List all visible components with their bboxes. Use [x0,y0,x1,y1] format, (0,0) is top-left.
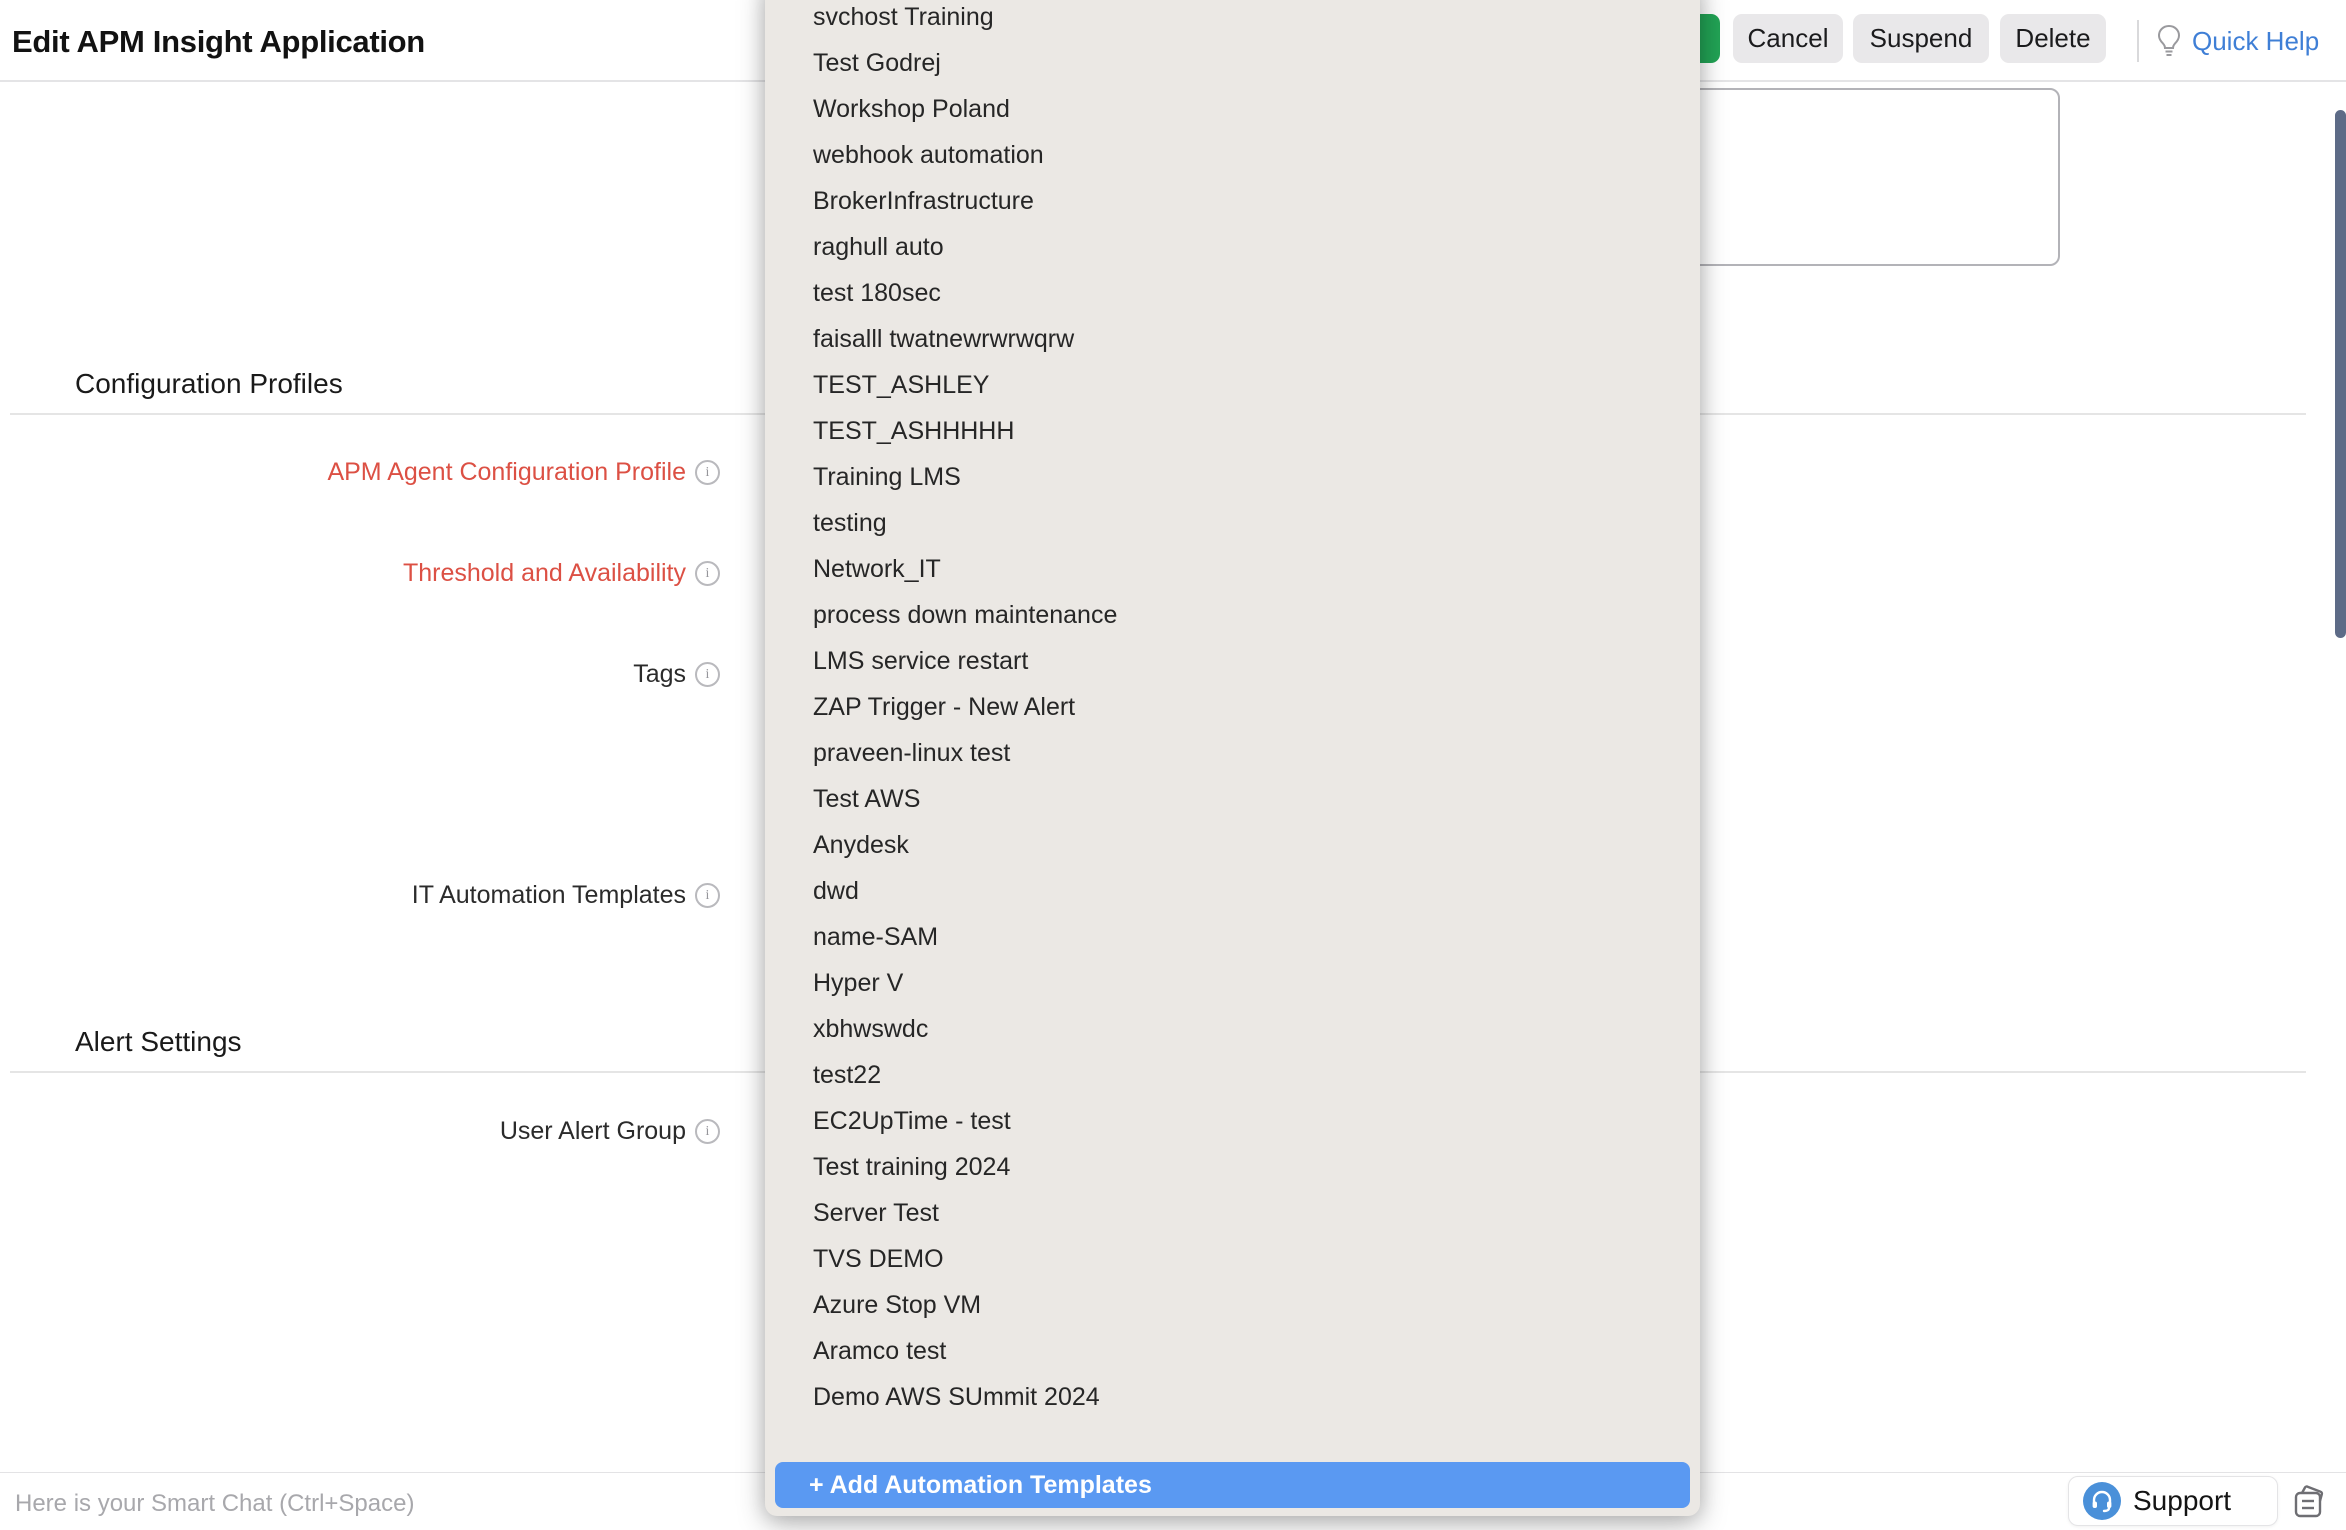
dropdown-item[interactable]: Workshop Poland [765,86,1700,132]
support-button[interactable]: Support [2068,1476,2278,1526]
page-title: Edit APM Insight Application [12,24,425,60]
support-label: Support [2133,1485,2231,1517]
section-heading-alert-settings: Alert Settings [75,1026,242,1058]
dropdown-item[interactable]: xbhwswdc [765,1006,1700,1052]
dropdown-item[interactable]: EC2UpTime - test [765,1098,1700,1144]
edit-apm-insight-application-screen: Edit APM Insight Application Cancel Susp… [0,0,2346,1530]
it-automation-templates-dropdown: svchost Training Test Godrej Workshop Po… [765,0,1700,1516]
dropdown-item[interactable]: TEST_ASHHHHH [765,408,1700,454]
dropdown-item[interactable]: name-SAM [765,914,1700,960]
user-alert-group-label: User Alert Group [500,1117,686,1146]
dropdown-item[interactable]: testing [765,500,1700,546]
dropdown-item[interactable]: BrokerInfrastructure [765,178,1700,224]
dropdown-item-list: svchost Training Test Godrej Workshop Po… [765,0,1700,1420]
dropdown-item[interactable]: webhook automation [765,132,1700,178]
info-icon[interactable]: i [695,883,720,908]
headset-icon [2083,1482,2121,1520]
dropdown-item[interactable]: Demo AWS SUmmit 2024 [765,1374,1700,1420]
dropdown-item[interactable]: LMS service restart [765,638,1700,684]
info-icon[interactable]: i [695,561,720,586]
quick-help-label: Quick Help [2192,26,2319,57]
add-automation-templates-button[interactable]: + Add Automation Templates [775,1462,1690,1508]
it-automation-templates-label: IT Automation Templates [412,881,686,910]
dropdown-item[interactable]: Aramco test [765,1328,1700,1374]
dropdown-item[interactable]: TVS DEMO [765,1236,1700,1282]
dropdown-item[interactable]: Test Godrej [765,40,1700,86]
cancel-button[interactable]: Cancel [1733,14,1843,63]
dropdown-item[interactable]: test22 [765,1052,1700,1098]
smart-chat-input[interactable]: Here is your Smart Chat (Ctrl+Space) [15,1490,414,1518]
dropdown-item[interactable]: Network_IT [765,546,1700,592]
chat-transcript-icon[interactable] [2292,1485,2328,1519]
dropdown-item[interactable]: raghull auto [765,224,1700,270]
dropdown-item[interactable]: praveen-linux test [765,730,1700,776]
field-row-threshold-and-availability: Threshold and Availability i [0,556,720,590]
delete-button[interactable]: Delete [2000,14,2106,63]
page-scrollbar-thumb[interactable] [2335,110,2346,638]
dropdown-item[interactable]: Anydesk [765,822,1700,868]
dropdown-item[interactable]: Hyper V [765,960,1700,1006]
apm-agent-configuration-profile-label: APM Agent Configuration Profile [327,458,686,487]
dropdown-item[interactable]: Server Test [765,1190,1700,1236]
dropdown-item[interactable]: Training LMS [765,454,1700,500]
dropdown-item[interactable]: process down maintenance [765,592,1700,638]
field-row-it-automation-templates: IT Automation Templates i [0,878,720,912]
dropdown-item[interactable]: Test AWS [765,776,1700,822]
section-heading-configuration-profiles: Configuration Profiles [75,368,343,400]
suspend-button[interactable]: Suspend [1853,14,1989,63]
dropdown-item[interactable]: Test training 2024 [765,1144,1700,1190]
field-row-apm-agent-configuration-profile: APM Agent Configuration Profile i [0,455,720,489]
info-icon[interactable]: i [695,662,720,687]
info-icon[interactable]: i [695,1119,720,1144]
dropdown-item[interactable]: test 180sec [765,270,1700,316]
dropdown-item[interactable]: faisalll twatnewrwrwqrw [765,316,1700,362]
dropdown-item[interactable]: Azure Stop VM [765,1282,1700,1328]
info-icon[interactable]: i [695,460,720,485]
field-row-tags: Tags i [0,657,720,691]
dropdown-item[interactable]: ZAP Trigger - New Alert [765,684,1700,730]
dropdown-item[interactable]: dwd [765,868,1700,914]
tags-label: Tags [633,660,686,689]
threshold-and-availability-label: Threshold and Availability [403,559,686,588]
field-row-user-alert-group: User Alert Group i [0,1114,720,1148]
dropdown-item[interactable]: TEST_ASHLEY [765,362,1700,408]
header-divider [2137,20,2139,62]
quick-help-link[interactable]: Quick Help [2156,24,2319,58]
dropdown-item[interactable]: svchost Training [765,0,1700,40]
lightbulb-icon [2156,24,2182,58]
